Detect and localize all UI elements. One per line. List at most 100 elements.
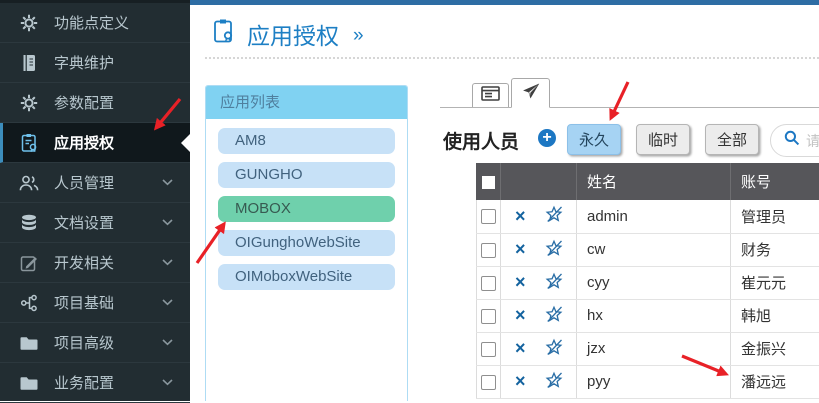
gear-icon <box>19 13 39 33</box>
row-checkbox[interactable] <box>481 276 496 291</box>
star-slash-icon[interactable] <box>544 204 564 228</box>
sidebar-item-label: 字典维护 <box>54 52 190 73</box>
account-cell: 潘远远 <box>731 365 819 398</box>
name-cell: cyy <box>577 266 731 299</box>
table-row: × hx 韩旭 <box>477 299 819 332</box>
name-cell: admin <box>577 200 731 233</box>
name-cell: jzx <box>577 332 731 365</box>
sidebar-menu: 功能点定义 字典维护 参数配置 应用授权 人员管理 文档设置 开发相关 项目基础… <box>0 3 190 403</box>
sidebar-item-label: 业务配置 <box>54 372 147 393</box>
app-item[interactable]: MOBOX <box>218 196 395 222</box>
remove-icon[interactable]: × <box>511 305 531 325</box>
app-list-title: 应用列表 <box>206 86 407 119</box>
filter-button-0[interactable]: 永久 <box>567 124 621 155</box>
remove-icon[interactable]: × <box>511 272 531 292</box>
gear-icon <box>19 93 39 113</box>
filter-group: 永久临时全部 <box>567 124 759 155</box>
sidebar-item-4[interactable]: 人员管理 <box>0 163 190 203</box>
account-cell: 财务 <box>731 233 819 266</box>
table-row: × cw 财务 <box>477 233 819 266</box>
sidebar-item-5[interactable]: 文档设置 <box>0 203 190 243</box>
table-row: × jzx 金振兴 <box>477 332 819 365</box>
list-view-icon <box>481 86 500 106</box>
select-all-checkbox[interactable] <box>482 176 495 189</box>
remove-icon[interactable]: × <box>511 338 531 358</box>
search-icon <box>784 130 800 151</box>
name-cell: hx <box>577 299 731 332</box>
name-header: 姓名 <box>577 163 731 200</box>
star-slash-icon[interactable] <box>544 271 564 295</box>
row-checkbox[interactable] <box>481 309 496 324</box>
clipboard-icon <box>19 133 39 153</box>
table-header-row: 姓名 账号 <box>477 163 819 200</box>
account-cell: 金振兴 <box>731 332 819 365</box>
database-icon <box>19 213 39 233</box>
account-header: 账号 <box>731 163 819 200</box>
sidebar-item-1[interactable]: 字典维护 <box>0 43 190 83</box>
name-cell: cw <box>577 233 731 266</box>
star-slash-icon[interactable] <box>544 370 564 394</box>
sidebar-item-label: 项目高级 <box>54 332 147 353</box>
sidebar-item-label: 参数配置 <box>54 92 190 113</box>
chevron-down-icon <box>162 339 173 346</box>
sidebar-item-label: 开发相关 <box>54 252 147 273</box>
edit-icon <box>19 253 39 273</box>
tab-send-view[interactable] <box>511 78 550 108</box>
chevron-down-icon <box>162 259 173 266</box>
sidebar: 功能点定义 字典维护 参数配置 应用授权 人员管理 文档设置 开发相关 项目基础… <box>0 0 190 401</box>
sidebar-item-3[interactable]: 应用授权 <box>0 123 190 163</box>
table-row: × admin 管理员 <box>477 200 819 233</box>
sidebar-item-2[interactable]: 参数配置 <box>0 83 190 123</box>
sidebar-item-9[interactable]: 业务配置 <box>0 363 190 403</box>
book-icon <box>19 53 39 73</box>
sidebar-item-label: 人员管理 <box>54 172 147 193</box>
search-input[interactable] <box>806 133 819 149</box>
remove-icon[interactable]: × <box>511 206 531 226</box>
paper-plane-icon <box>522 82 540 105</box>
sidebar-item-label: 文档设置 <box>54 212 147 233</box>
tab-list-view[interactable] <box>472 83 509 107</box>
header-divider <box>205 57 819 59</box>
star-slash-icon[interactable] <box>544 337 564 361</box>
search-box <box>770 124 819 157</box>
title-chevrons: » <box>353 25 364 47</box>
section-label: 使用人员 <box>443 127 519 154</box>
page-title-text: 应用授权 <box>247 17 339 51</box>
tab-bar <box>440 79 819 108</box>
app-item[interactable]: OIMoboxWebSite <box>218 264 395 290</box>
app-item[interactable]: OIGunghoWebSite <box>218 230 395 256</box>
people-icon <box>19 173 39 193</box>
star-slash-icon[interactable] <box>544 304 564 328</box>
sidebar-item-8[interactable]: 项目高级 <box>0 323 190 363</box>
sidebar-item-7[interactable]: 项目基础 <box>0 283 190 323</box>
sidebar-item-label: 项目基础 <box>54 292 147 313</box>
remove-icon[interactable]: × <box>511 371 531 391</box>
user-table: 姓名 账号 × admin 管理员 × cw 财务 × cyy 崔元元 × <box>476 163 819 399</box>
star-slash-icon[interactable] <box>544 238 564 262</box>
sitemap-icon <box>19 293 39 313</box>
sidebar-item-0[interactable]: 功能点定义 <box>0 3 190 43</box>
add-user-button[interactable]: + <box>538 129 556 147</box>
row-checkbox[interactable] <box>481 342 496 357</box>
filter-button-1[interactable]: 临时 <box>636 124 690 155</box>
filter-button-2[interactable]: 全部 <box>705 124 759 155</box>
remove-icon[interactable]: × <box>511 239 531 259</box>
chevron-down-icon <box>162 219 173 226</box>
app-authorization-icon <box>211 18 237 51</box>
row-checkbox[interactable] <box>481 243 496 258</box>
account-cell: 崔元元 <box>731 266 819 299</box>
app-list-panel: 应用列表 AM8 GUNGHO MOBOX OIGunghoWebSite OIMobo… <box>205 85 408 401</box>
app-item[interactable]: AM8 <box>218 128 395 154</box>
row-checkbox[interactable] <box>481 209 496 224</box>
row-checkbox[interactable] <box>481 375 496 390</box>
account-cell: 韩旭 <box>731 299 819 332</box>
chevron-down-icon <box>162 379 173 386</box>
account-cell: 管理员 <box>731 200 819 233</box>
top-accent-bar <box>190 0 819 5</box>
plus-icon: + <box>542 129 551 146</box>
sidebar-item-6[interactable]: 开发相关 <box>0 243 190 283</box>
page-title: 应用授权 » <box>211 17 364 51</box>
app-item[interactable]: GUNGHO <box>218 162 395 188</box>
actions-header <box>501 163 577 200</box>
chevron-down-icon <box>162 299 173 306</box>
